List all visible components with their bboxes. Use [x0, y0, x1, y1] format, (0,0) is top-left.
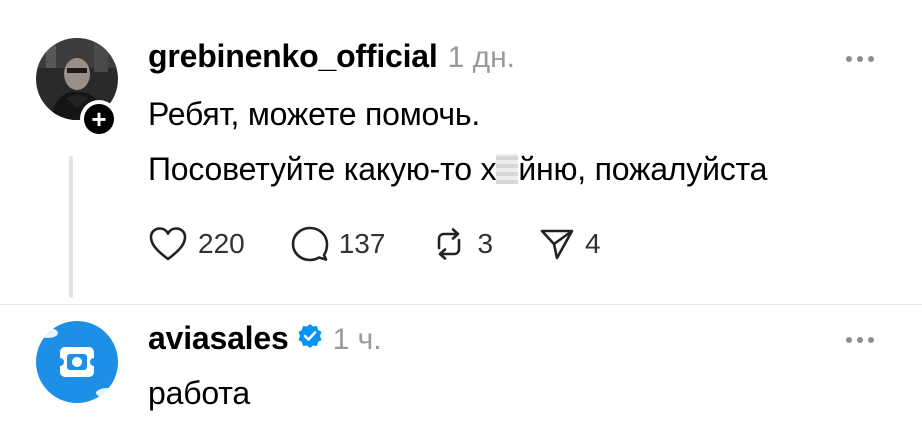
post-header: grebinenko_official 1 дн. [148, 38, 515, 75]
avatar-aviasales[interactable] [36, 321, 118, 403]
text-part: Посоветуйте какую-то х [148, 151, 497, 187]
reposts-count: 3 [477, 228, 494, 259]
post-grebinenko: + grebinenko_official 1 дн. Ребят, может… [0, 0, 922, 304]
heart-icon [149, 227, 187, 261]
comments-count: 137 [338, 228, 386, 259]
text-part: йню, пожалуйста [518, 151, 768, 187]
share-button[interactable]: 4 [539, 226, 601, 262]
plus-icon: + [84, 104, 114, 134]
timestamp: 1 ч. [332, 323, 382, 356]
send-icon [540, 229, 574, 260]
post-header: aviasales 1 ч. [148, 320, 382, 357]
more-options-button[interactable] [846, 56, 874, 62]
dot [868, 56, 874, 62]
post-aviasales: aviasales 1 ч. работа [0, 305, 922, 445]
dot [857, 337, 863, 343]
dot [868, 337, 874, 343]
thread-line [69, 156, 73, 298]
username[interactable]: grebinenko_official [148, 38, 438, 75]
follow-button[interactable]: + [80, 100, 118, 138]
post-text-line-1: Ребят, можете помочь. [148, 96, 481, 132]
comment-button[interactable]: 137 [291, 225, 386, 263]
like-button[interactable]: 220 [148, 226, 245, 262]
likes-count: 220 [198, 228, 245, 259]
shares-count: 4 [585, 228, 601, 259]
post-text-line-2: Посоветуйте какую-то х йню, пожалуйста [148, 151, 767, 188]
comment-icon [291, 226, 329, 262]
censor-blur [496, 154, 519, 184]
timestamp: 1 дн. [447, 41, 516, 74]
dot [846, 337, 852, 343]
dot [846, 56, 852, 62]
more-options-button[interactable] [846, 337, 874, 343]
username[interactable]: aviasales [148, 320, 289, 357]
action-bar: 220 137 3 4 [148, 224, 647, 264]
verified-icon [298, 324, 322, 348]
post-text: работа [148, 375, 250, 411]
dot [857, 56, 863, 62]
repost-button[interactable]: 3 [431, 226, 493, 262]
repost-icon [438, 228, 461, 260]
